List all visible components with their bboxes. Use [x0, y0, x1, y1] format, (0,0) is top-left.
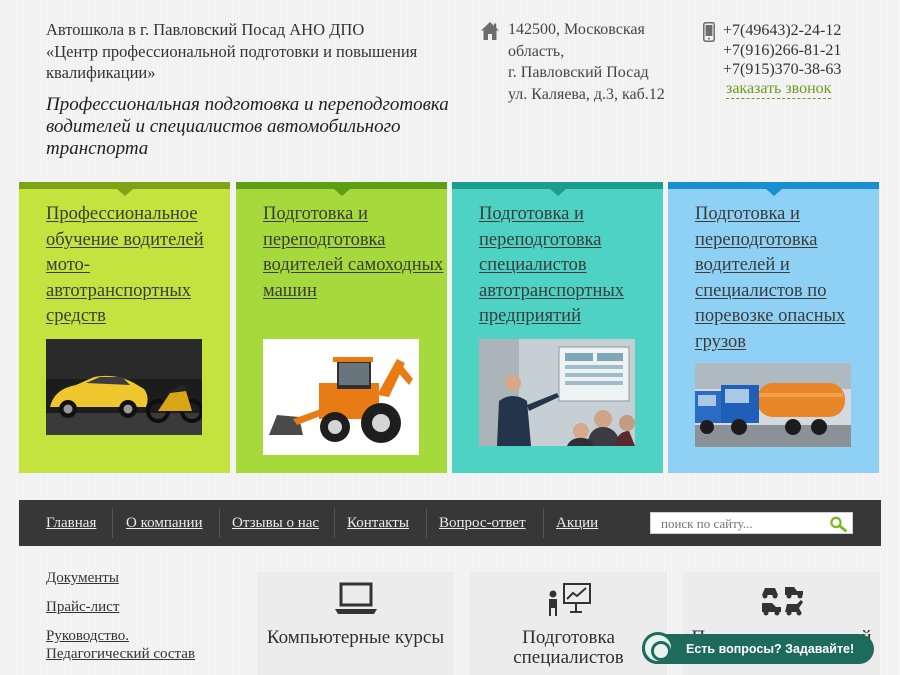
tile-top-bar [668, 182, 879, 189]
phone-number-1[interactable]: +7(49643)2-24-12 [723, 21, 841, 41]
order-callback-link[interactable]: заказать звонок [726, 80, 832, 99]
home-icon [481, 22, 499, 40]
brand-name-line-3: квалификации» [46, 63, 156, 82]
chat-widget-label: Есть вопросы? Задавайте! [686, 642, 855, 656]
address-line-3: г. Павловский Посад [508, 64, 649, 81]
category-tile-self-propelled-machines[interactable]: Подготовка и переподготовка водителей са… [236, 182, 447, 473]
card-computer-courses[interactable]: Компьютерные курсы [257, 572, 454, 675]
nav-separator [219, 508, 220, 538]
tile-top-bar [236, 182, 447, 189]
category-tile-transport-specialists[interactable]: Подготовка и переподготовка специалистов… [452, 182, 663, 473]
address-line-4: ул. Каляева, д.3, каб.12 [508, 85, 665, 103]
site-tagline: Профессиональная подготовка и переподгот… [46, 94, 449, 159]
tile-title-link[interactable]: Профессиональное обучение водителей мото… [46, 202, 228, 330]
brand-name-line-1: Автошкола в г. Павловский Посад АНО ДПО [46, 20, 365, 39]
card-label: Подготовка специалистов [513, 627, 624, 668]
phone-number-3[interactable]: +7(915)370-38-63 [723, 60, 841, 80]
category-tile-motor-vehicles[interactable]: Профессиональное обучение водителей мото… [19, 182, 230, 473]
sports-car-motorcycle-image[interactable] [46, 339, 202, 435]
tile-notch [550, 189, 566, 196]
tile-top-bar [19, 182, 230, 189]
sidebar-link-price-list[interactable]: Прайс-лист [46, 598, 119, 616]
phone-number-2[interactable]: +7(916)266-81-21 [723, 41, 841, 61]
nav-separator [543, 508, 544, 538]
site-search [650, 512, 853, 534]
tile-title-link[interactable]: Подготовка и переподготовка специалистов… [479, 202, 661, 330]
brand-name-line-2: «Центр профессиональной подготовки и пов… [46, 41, 418, 61]
backhoe-loader-image[interactable] [263, 339, 419, 455]
mobile-phone-icon [703, 22, 715, 42]
nav-item-reviews[interactable]: Отзывы о нас [232, 500, 319, 546]
tile-title-link[interactable]: Подготовка и переподготовка водителей са… [263, 202, 445, 304]
address-line-2: область, [508, 42, 565, 60]
address-line-1: 142500, Московская [508, 21, 645, 38]
tile-notch [334, 189, 350, 196]
nav-item-promotions[interactable]: Акции [556, 500, 598, 546]
nav-separator [112, 508, 113, 538]
vehicles-icon [761, 587, 803, 616]
nav-item-about[interactable]: О компании [126, 500, 203, 546]
tile-notch [117, 189, 133, 196]
brand-block: Автошкола в г. Павловский Посад АНО ДПО … [46, 19, 476, 84]
category-tile-dangerous-goods[interactable]: Подготовка и переподготовка водителей и … [668, 182, 879, 473]
nav-item-home[interactable]: Главная [46, 500, 96, 546]
tanker-trucks-image[interactable] [695, 363, 851, 447]
nav-item-faq[interactable]: Вопрос-ответ [439, 500, 526, 546]
search-input[interactable] [661, 515, 821, 532]
card-specialist-training[interactable]: Подготовка специалистов [470, 572, 667, 675]
chat-bubble-icon [642, 632, 674, 664]
chat-widget-button[interactable]: Есть вопросы? Задавайте! [642, 632, 874, 664]
nav-item-contacts[interactable]: Контакты [347, 500, 409, 546]
nav-separator [426, 508, 427, 538]
sidebar-link-management[interactable]: Руководство. Педагогический состав [46, 627, 226, 663]
nav-separator [334, 508, 335, 538]
presentation-icon [548, 583, 591, 616]
tile-title-link[interactable]: Подготовка и переподготовка водителей и … [695, 202, 877, 356]
main-navigation: Главная О компании Отзывы о нас Контакты… [19, 500, 881, 546]
search-icon[interactable] [829, 516, 847, 532]
lecture-presentation-image[interactable] [479, 339, 635, 446]
tile-top-bar [452, 182, 663, 189]
card-label: Компьютерные курсы [266, 627, 445, 648]
sidebar-link-documents[interactable]: Документы [46, 569, 119, 587]
laptop-icon [334, 582, 377, 614]
tile-notch [766, 189, 782, 196]
